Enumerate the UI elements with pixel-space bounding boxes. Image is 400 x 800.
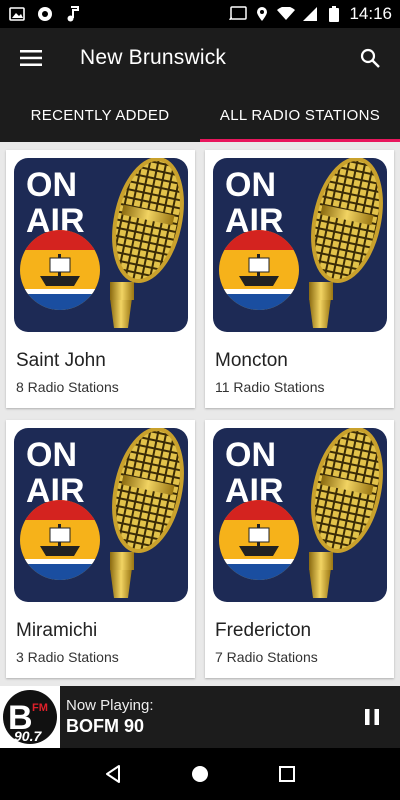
- svg-text:ON: ON: [26, 166, 77, 204]
- station-count: 11 Radio Stations: [215, 379, 325, 395]
- city-name: Moncton: [215, 350, 288, 371]
- station-count: 3 Radio Stations: [16, 649, 119, 665]
- system-nav-bar: [0, 748, 400, 800]
- city-card-saint-john[interactable]: ON AIR Saint John 8 Radio Stations: [6, 150, 195, 408]
- city-name: Saint John: [16, 350, 106, 371]
- tab-all-radio-stations[interactable]: ALL RADIO STATIONS: [200, 88, 400, 142]
- city-card-fredericton[interactable]: ON AIR Fredericton 7 Radio Stations: [205, 420, 394, 678]
- svg-text:ON: ON: [225, 166, 276, 204]
- city-card-miramichi[interactable]: ON AIR Miramichi 3 Radio Stations: [6, 420, 195, 678]
- now-playing-station: BOFM 90: [66, 716, 145, 736]
- city-name: Fredericton: [215, 620, 312, 641]
- signal-icon: [301, 5, 319, 23]
- on-air-microphone-image: ON AIR: [213, 428, 387, 602]
- pause-icon[interactable]: [344, 686, 400, 748]
- clock: 14:16: [349, 4, 392, 23]
- aperture-icon: [36, 5, 54, 23]
- station-count: 7 Radio Stations: [215, 649, 318, 665]
- photo-icon: [8, 5, 26, 23]
- search-icon[interactable]: [340, 28, 400, 88]
- svg-text:FM: FM: [32, 702, 48, 714]
- on-air-microphone-image: ON AIR: [213, 158, 387, 332]
- recents-icon[interactable]: [267, 754, 307, 794]
- city-grid: ON AIR Saint John 8 Radio Stations ON AI…: [0, 142, 400, 686]
- music-note-icon: [64, 5, 82, 23]
- tab-bar: RECENTLY ADDED ALL RADIO STATIONS: [0, 88, 400, 142]
- wifi-icon: [277, 5, 296, 23]
- home-icon[interactable]: [180, 754, 220, 794]
- station-logo: B FM 90.7: [0, 686, 60, 748]
- city-name: Miramichi: [16, 620, 98, 641]
- station-count: 8 Radio Stations: [16, 379, 119, 395]
- page-title: New Brunswick: [80, 46, 227, 69]
- tab-recently-added[interactable]: RECENTLY ADDED: [0, 88, 200, 142]
- app-bar: New Brunswick: [0, 28, 400, 88]
- now-playing-bar[interactable]: B FM 90.7 Now Playing: BOFM 90: [0, 686, 400, 748]
- on-air-microphone-image: ON AIR: [14, 428, 188, 602]
- location-icon: [253, 5, 271, 23]
- cast-icon: [229, 5, 248, 23]
- svg-text:90.7: 90.7: [14, 728, 42, 744]
- svg-text:ON: ON: [225, 436, 276, 474]
- hamburger-menu-icon[interactable]: [0, 28, 62, 88]
- status-bar: 14:16: [0, 0, 400, 28]
- svg-text:ON: ON: [26, 436, 77, 474]
- back-icon[interactable]: [93, 754, 133, 794]
- on-air-microphone-image: ON AIR: [14, 158, 188, 332]
- battery-icon: [325, 5, 343, 23]
- now-playing-label: Now Playing:: [66, 697, 154, 714]
- city-card-moncton[interactable]: ON AIR Moncton 11 Radio Stations: [205, 150, 394, 408]
